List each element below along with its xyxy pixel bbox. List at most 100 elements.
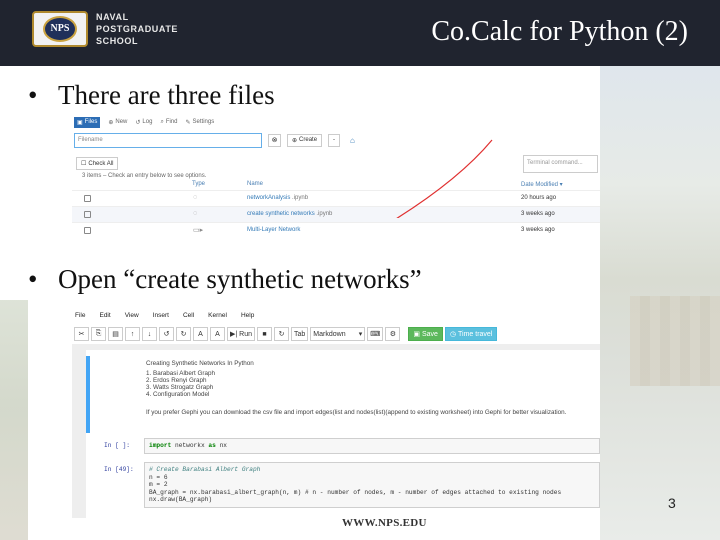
menu-cell[interactable]: Cell xyxy=(183,312,194,319)
save-button[interactable]: ▣ Save xyxy=(408,327,443,341)
code-cell[interactable]: In [ ]: import networkx as nx xyxy=(86,438,600,454)
search-icon: ⌕ xyxy=(160,118,164,125)
code-input[interactable]: # Create Barabasi Albert Graph n = 6 m =… xyxy=(144,462,600,508)
tab-new[interactable]: ⊕ New xyxy=(108,119,127,126)
time-travel-button[interactable]: ◷ Time travel xyxy=(444,327,498,341)
list-item: 1. Barabasi Albert Graph xyxy=(146,370,215,377)
create-dropdown[interactable]: - xyxy=(328,133,341,147)
code-input[interactable]: import networkx as nx xyxy=(144,438,600,454)
cell-type-select[interactable]: Markdown ▾ xyxy=(310,327,366,341)
file-list-header: Type Name Date Modified ▾ xyxy=(72,179,600,190)
nps-seal: NPS xyxy=(43,16,77,42)
plus-circle-icon: ⊕ xyxy=(108,119,114,126)
campus-photo xyxy=(600,66,720,540)
nps-logo: NPS xyxy=(32,11,88,47)
notebook-body: Creating Synthetic Networks In Python 1.… xyxy=(72,344,600,518)
notebook-icon: ◌ xyxy=(193,210,198,217)
markdown-list: 1. Barabasi Albert Graph 2. Erdos Renyi … xyxy=(146,370,215,398)
move-down-icon[interactable]: ↓ xyxy=(142,327,157,341)
terminal-command-input[interactable]: Terminal command... xyxy=(523,155,598,173)
menu-help[interactable]: Help xyxy=(241,312,254,319)
cell-prompt: In [49]: xyxy=(104,466,134,473)
clear-button[interactable]: ⊗ xyxy=(268,133,281,147)
file-row[interactable]: ◌ networkAnalysis .ipynb 20 hours ago xyxy=(72,190,600,206)
code-cell[interactable]: In [49]: # Create Barabasi Albert Graph … xyxy=(86,462,600,518)
bullet-1: • There are three files xyxy=(28,80,275,110)
tab-settings[interactable]: ✎ Settings xyxy=(185,119,214,126)
run-button[interactable]: ▶| Run xyxy=(227,327,255,341)
restart-icon[interactable]: ↻ xyxy=(274,327,289,341)
close-circle-icon: ⊗ xyxy=(271,137,278,144)
file-date: 20 hours ago xyxy=(521,195,557,201)
create-button[interactable]: ⊕ Create xyxy=(287,133,323,147)
markdown-cell[interactable]: Creating Synthetic Networks In Python 1.… xyxy=(86,356,600,433)
code-line: BA_graph = nx.barabasi_albert_graph(n, m… xyxy=(149,488,562,496)
tab-log[interactable]: ↺ Log xyxy=(135,119,152,126)
move-up-icon[interactable]: ↑ xyxy=(125,327,140,341)
file-tree-tabs: ▣ Files ⊕ New ↺ Log ⌕ Find ✎ Settings xyxy=(72,113,600,131)
file-date: 3 weeks ago xyxy=(521,227,555,233)
action-row: ☐ Check All Terminal command... xyxy=(72,153,600,175)
column-date[interactable]: Date Modified ▾ xyxy=(521,181,563,188)
school-name: NAVAL POSTGRADUATE SCHOOL xyxy=(96,12,179,46)
cut-icon[interactable]: ✂ xyxy=(74,327,89,341)
campus-photo-left xyxy=(0,300,28,540)
bullet-2: • Open “create synthetic networks” xyxy=(28,264,422,294)
menu-insert[interactable]: Insert xyxy=(153,312,169,319)
settings-icon[interactable]: ⚙ xyxy=(385,327,401,341)
column-name[interactable]: Name xyxy=(247,181,263,187)
folder-icon: ▭▸ xyxy=(193,227,204,234)
row-checkbox[interactable] xyxy=(84,211,91,218)
page-number: 3 xyxy=(668,495,676,511)
filename-input[interactable]: Filename xyxy=(74,132,262,148)
row-checkbox[interactable] xyxy=(84,227,91,234)
paste-icon[interactable]: ▤ xyxy=(108,327,123,341)
slide-title: Co.Calc for Python (2) xyxy=(431,16,688,47)
redo-icon[interactable]: ↻ xyxy=(176,327,191,341)
menu-view[interactable]: View xyxy=(125,312,139,319)
notebook-page: Creating Synthetic Networks In Python 1.… xyxy=(86,350,600,518)
row-checkbox[interactable] xyxy=(84,195,91,202)
save-icon: ▣ xyxy=(413,331,421,338)
notebook-menubar: File Edit View Insert Cell Kernel Help xyxy=(72,306,600,324)
file-date: 3 weeks ago xyxy=(521,211,555,217)
code-line: m = 2 xyxy=(149,481,168,488)
jupyter-file-tree: ▣ Files ⊕ New ↺ Log ⌕ Find ✎ Settings Filenam… xyxy=(72,113,600,265)
font-smaller-icon[interactable]: A xyxy=(193,327,208,341)
cell-prompt: In [ ]: xyxy=(104,442,130,449)
markdown-paragraph: If you prefer Gephi you can download the… xyxy=(146,409,567,416)
copy-icon[interactable]: ⎘ xyxy=(91,327,106,341)
file-name[interactable]: create synthetic networks .ipynb xyxy=(247,211,332,217)
file-name[interactable]: Multi-Layer Network xyxy=(247,227,300,233)
history-icon: ↺ xyxy=(135,119,141,126)
column-type[interactable]: Type xyxy=(192,181,205,187)
file-row[interactable]: ▭▸ Multi-Layer Network 3 weeks ago xyxy=(72,222,600,238)
wrench-icon: ✎ xyxy=(185,119,191,126)
tab-find[interactable]: ⌕ Find xyxy=(160,119,177,126)
annotation-arrow xyxy=(396,139,493,218)
history-icon: ◷ xyxy=(449,331,457,338)
menu-edit[interactable]: Edit xyxy=(99,312,110,319)
list-item: 3. Watts Strogatz Graph xyxy=(146,384,214,391)
undo-icon[interactable]: ↺ xyxy=(159,327,174,341)
tab-button[interactable]: Tab xyxy=(291,327,309,341)
keyboard-icon[interactable]: ⌨ xyxy=(367,327,384,341)
tab-files[interactable]: ▣ Files xyxy=(74,116,101,128)
chevron-down-icon: ▾ xyxy=(358,331,363,338)
stop-icon[interactable]: ■ xyxy=(257,327,272,341)
menu-file[interactable]: File xyxy=(75,312,85,319)
notebook-toolbar: ✂ ⎘ ▤ ↑ ↓ ↺ ↻ A A ▶| Run ■ ↻ Tab Markdow… xyxy=(72,324,600,344)
list-item: 4. Configuration Model xyxy=(146,391,210,398)
slide-header: NPS NAVAL POSTGRADUATE SCHOOL Co.Calc fo… xyxy=(0,0,720,66)
code-line: nx.draw(BA_graph) xyxy=(149,496,213,503)
file-tree-toolbar: Filename ⊗ ⊕ Create - ⌂ xyxy=(72,131,600,149)
code-line: n = 6 xyxy=(149,473,168,481)
list-item: 2. Erdos Renyi Graph xyxy=(146,377,207,384)
check-all-button[interactable]: ☐ Check All xyxy=(76,157,119,170)
file-name[interactable]: networkAnalysis .ipynb xyxy=(247,195,308,201)
font-larger-icon[interactable]: A xyxy=(210,327,225,341)
jupyter-notebook: File Edit View Insert Cell Kernel Help ✂… xyxy=(72,306,600,518)
menu-kernel[interactable]: Kernel xyxy=(208,312,227,319)
file-row[interactable]: ◌ create synthetic networks .ipynb 3 wee… xyxy=(72,206,600,222)
plus-icon: ⊕ xyxy=(292,137,298,144)
